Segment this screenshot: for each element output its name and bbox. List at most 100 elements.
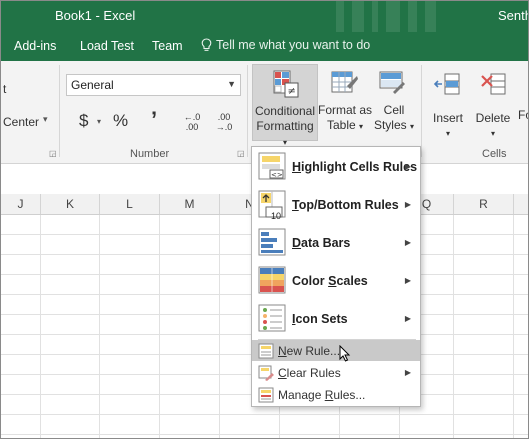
cell-styles-line2: Styles [373,118,407,132]
format-cells-button-partial[interactable]: Fo [518,108,528,122]
comma-style-button[interactable]: ’ [151,107,157,133]
excel-window: Book1 - Excel Senth Add-ins Load Test Te… [0,0,529,439]
submenu-arrow-icon: ▶ [404,276,411,285]
conditional-formatting-button[interactable]: ≠ Conditional Formatting ▾ [252,64,318,147]
clear-rules-icon [258,365,274,381]
number-group-label: Number [130,148,170,160]
menu-item-label: Manage Rules... [278,388,366,402]
submenu-arrow-icon: ▶ [404,200,411,209]
svg-text:≠: ≠ [288,86,296,97]
format-as-table-icon [331,71,358,93]
title-bar-pattern [326,1,446,32]
menu-item-manage-rules[interactable]: Manage Rules... [252,384,420,405]
format-as-table-line1: Format as [317,103,372,117]
conditional-formatting-line1: Conditional [254,104,316,118]
group-separator [247,65,248,157]
mouse-pointer-icon [339,345,351,362]
cells-group-label: Cells [482,148,507,160]
conditional-formatting-label: Conditional Formatting ▾ [253,104,317,150]
tell-me-text: Tell me what you want to do [216,38,371,52]
cell-styles-line1: Cell [383,103,405,117]
menu-item-data-bars[interactable]: Data Bars ▶ [252,225,420,261]
menu-item-color-scales[interactable]: Color Scales ▶ [252,263,420,299]
group-separator [59,65,60,157]
menu-item-label: Top/Bottom Rules [292,198,399,212]
currency-dropdown-icon[interactable]: ▾ [97,117,101,126]
top-bottom-badge: 10 [271,211,282,221]
data-bars-icon [258,228,286,256]
conditional-formatting-line2: Formatting [256,119,314,133]
manage-rules-icon [258,387,274,403]
delete-cells-button[interactable]: Delete ▾ [471,64,515,141]
chevron-down-icon: ▾ [445,129,450,138]
icon-sets-icon [258,304,286,332]
cell-styles-label: Cell Styles ▾ [367,103,421,134]
svg-text:<>: <> [271,171,283,179]
merge-center-button[interactable]: Center [3,115,39,129]
increase-decimal-top: ←.0 [183,112,201,122]
column-header-m[interactable]: M [160,194,220,214]
new-rule-icon [258,343,274,359]
menu-item-label: Clear Rules [278,366,341,380]
delete-label: Delete ▾ [471,111,515,141]
delete-label-text: Delete [475,111,511,125]
chevron-down-icon: ▾ [410,122,415,131]
insert-cells-button[interactable]: Insert ▾ [425,64,471,141]
menu-item-new-rule[interactable]: New Rule... [252,340,420,362]
ribbon-partial-text: t [3,82,7,96]
alignment-launcher-icon[interactable]: ◲ [49,149,57,158]
submenu-arrow-icon: ▶ [404,162,411,171]
menu-item-label: Data Bars [292,236,351,250]
window-title: Book1 - Excel [55,8,136,23]
currency-button[interactable]: $ [79,111,88,131]
ribbon-tab-row: Add-ins Load Test Team Tell me what you … [1,32,528,61]
menu-item-icon-sets[interactable]: Icon Sets ▶ [252,301,420,337]
merge-center-dropdown-icon[interactable]: ▾ [43,114,48,125]
tab-load-test[interactable]: Load Test [80,39,134,53]
chevron-down-icon: ▾ [490,129,495,138]
lightbulb-icon [201,38,212,51]
decrease-decimal-bottom: →.0 [215,122,233,132]
menu-item-top-bottom-rules[interactable]: 10 Top/Bottom Rules ▶ [252,187,420,223]
submenu-arrow-icon: ▶ [404,238,411,247]
title-bar: Book1 - Excel Senth [1,1,528,32]
format-as-table-button[interactable]: Format as Table ▾ [316,64,374,141]
decrease-decimal-top: .00 [217,112,231,122]
format-as-table-label: Format as Table ▾ [316,103,374,134]
menu-item-label: Highlight Cells Rules [292,160,418,174]
chevron-down-icon: ▼ [227,79,236,89]
format-as-table-line2: Table [326,118,356,132]
number-format-value: General [71,78,114,92]
menu-item-label: New Rule... [278,344,341,358]
column-header-r[interactable]: R [454,194,514,214]
number-launcher-icon[interactable]: ◲ [237,149,245,158]
number-format-select[interactable]: General ▼ [66,74,241,96]
tell-me-box[interactable]: Tell me what you want to do [201,38,370,52]
cell-styles-button[interactable]: Cell Styles ▾ [373,64,415,141]
column-header-j[interactable]: J [1,194,41,214]
conditional-formatting-menu: <> Highlight Cells Rules ▶ 10 Top/Bottom… [251,146,421,407]
tab-add-ins[interactable]: Add-ins [14,39,56,53]
column-header-l[interactable]: L [100,194,160,214]
increase-decimal-bottom: .00 [185,122,199,132]
menu-item-label: Icon Sets [292,312,348,326]
highlight-cells-rules-icon: <> [258,152,286,180]
color-scales-icon [258,266,286,294]
insert-label: Insert ▾ [425,111,471,141]
submenu-arrow-icon: ▶ [404,314,411,323]
menu-item-highlight-cells-rules[interactable]: <> Highlight Cells Rules ▶ [252,149,420,185]
user-name[interactable]: Senth [498,8,528,23]
column-header-k[interactable]: K [41,194,100,214]
chevron-down-icon: ▾ [359,122,364,131]
percent-button[interactable]: % [113,111,128,131]
group-separator [421,65,422,157]
submenu-arrow-icon: ▶ [404,368,411,377]
conditional-formatting-icon: ≠ [273,70,299,98]
menu-item-label: Color Scales [292,274,368,288]
menu-item-clear-rules[interactable]: Clear Rules ▶ [252,362,420,383]
insert-cells-icon [433,73,460,95]
cell-styles-icon [379,71,405,94]
tab-team[interactable]: Team [152,39,183,53]
insert-label-text: Insert [432,111,463,125]
delete-cells-icon [481,73,506,95]
